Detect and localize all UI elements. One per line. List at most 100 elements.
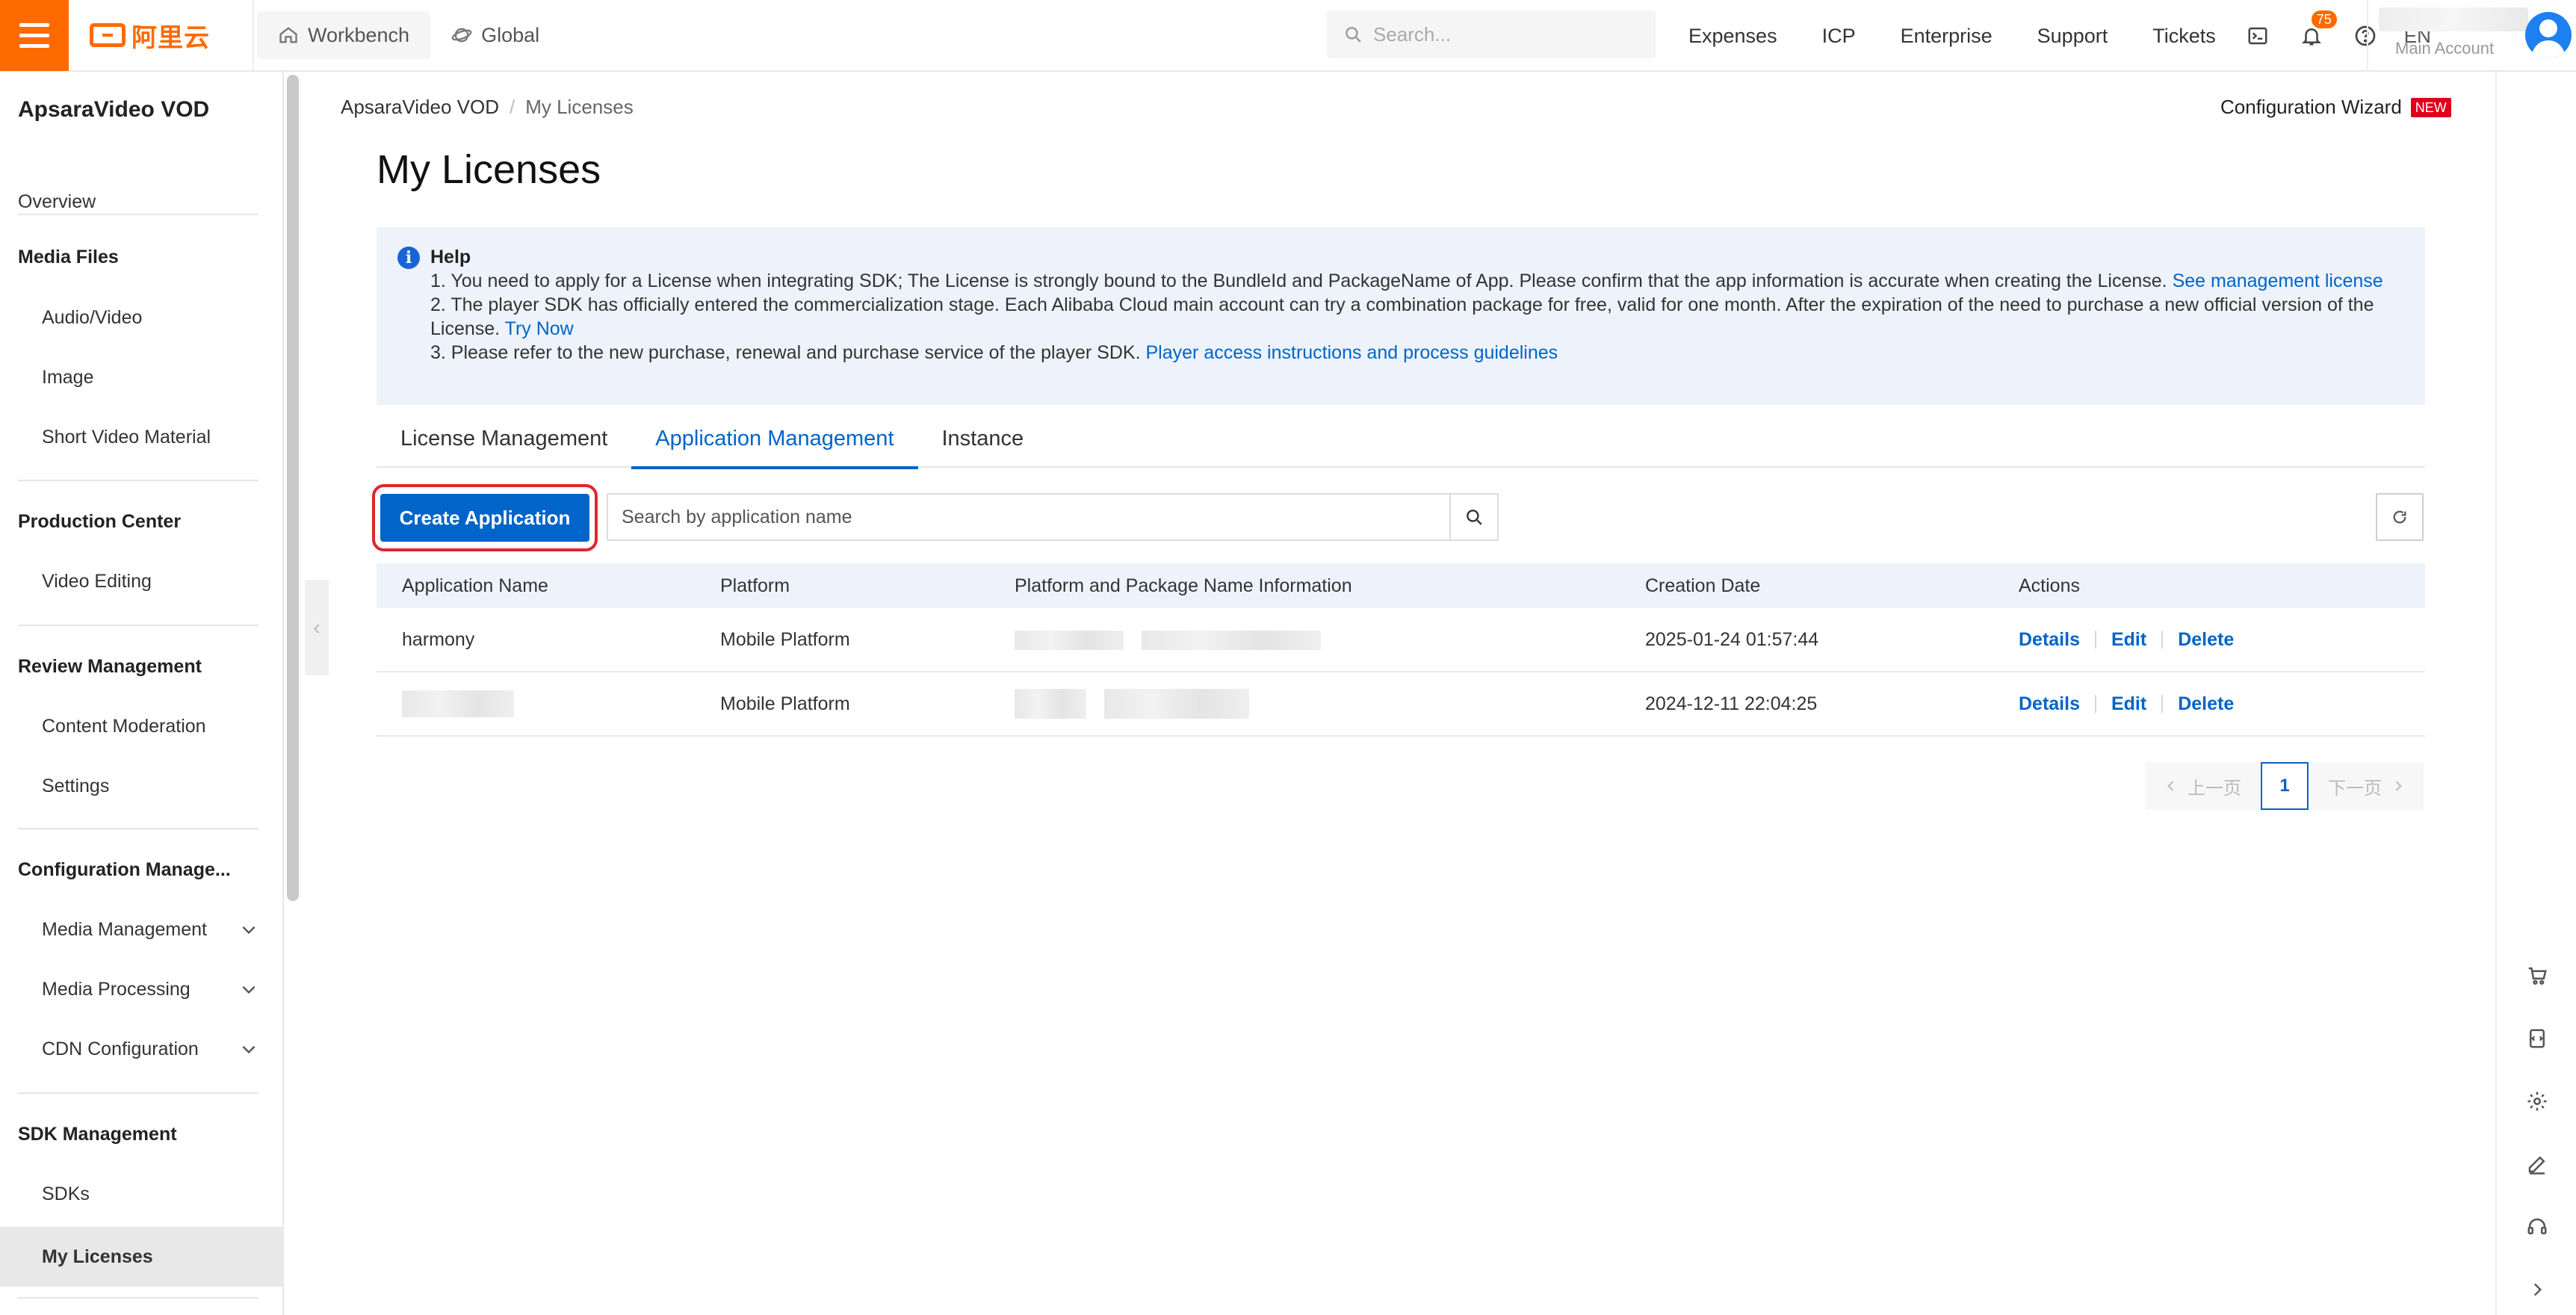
help-line-2: 2. The player SDK has officially entered…	[430, 294, 2374, 339]
creation-date: 2025-01-24 01:57:44	[1645, 628, 1819, 650]
avatar[interactable]	[2525, 12, 2572, 58]
edit-pen-icon[interactable]	[2519, 1146, 2555, 1182]
create-application-button[interactable]: Create Application	[380, 494, 589, 542]
search-button[interactable]	[1449, 495, 1497, 539]
table-header: Application Name Platform Platform and P…	[377, 563, 2425, 608]
delete-button[interactable]: Delete	[2178, 693, 2234, 715]
sidebar-item-settings[interactable]: Settings	[0, 756, 284, 816]
global-button[interactable]: Global	[430, 11, 560, 59]
applications-table: Application Name Platform Platform and P…	[377, 563, 2425, 737]
right-toolbar	[2495, 72, 2576, 1315]
package-info-redacted	[1015, 689, 1249, 719]
row-actions: Details Edit Delete	[2019, 693, 2234, 715]
sidebar-item-image[interactable]: Image	[0, 347, 284, 407]
icp-link[interactable]: ICP	[1822, 25, 1856, 48]
divider	[18, 214, 258, 215]
refresh-button[interactable]	[2376, 493, 2424, 541]
new-badge: NEW	[2410, 97, 2451, 117]
aliyun-logo[interactable]: 阿里云	[69, 0, 254, 71]
sidebar-item-media-management[interactable]: Media Management	[0, 900, 284, 959]
menu-icon[interactable]	[0, 0, 69, 71]
previous-page-button[interactable]: 上一页	[2146, 762, 2259, 810]
tickets-link[interactable]: Tickets	[2152, 25, 2216, 48]
tab-license-management[interactable]: License Management	[377, 409, 631, 468]
header-actions: Actions	[2019, 575, 2080, 596]
sidebar-section-production-center: Production Center	[18, 511, 182, 532]
breadcrumb-separator: /	[509, 96, 515, 118]
delete-button[interactable]: Delete	[2178, 629, 2234, 651]
workbench-button[interactable]: Workbench	[257, 11, 431, 59]
api-document-icon[interactable]	[2519, 1021, 2555, 1056]
chevron-down-icon	[242, 926, 256, 935]
divider	[18, 1092, 258, 1094]
tab-bar: License Management Application Managemen…	[377, 409, 2425, 469]
gear-icon[interactable]	[2519, 1083, 2555, 1119]
platform: Mobile Platform	[720, 693, 850, 714]
cart-icon[interactable]	[2519, 958, 2555, 994]
edit-button[interactable]: Edit	[2111, 693, 2146, 715]
breadcrumb-root[interactable]: ApsaraVideo VOD	[341, 96, 499, 119]
sidebar-scrollbar[interactable]	[287, 75, 299, 901]
see-management-license-link[interactable]: See management license	[2173, 270, 2383, 291]
header-platform: Platform	[720, 575, 790, 596]
next-page-button[interactable]: 下一页	[2310, 762, 2424, 810]
pagination: 上一页 1 下一页	[2146, 762, 2424, 810]
sidebar-item-audio-video[interactable]: Audio/Video	[0, 288, 284, 347]
sidebar-item-media-processing[interactable]: Media Processing	[0, 959, 284, 1019]
platform: Mobile Platform	[720, 628, 850, 650]
terminal-icon[interactable]	[2243, 21, 2273, 51]
search-icon	[1467, 510, 1482, 525]
chevron-down-icon	[242, 1045, 256, 1054]
notification-bell-icon[interactable]: 75	[2297, 10, 2337, 51]
header-application-name: Application Name	[402, 575, 548, 596]
chevron-right-icon	[2395, 781, 2402, 791]
sidebar-item-cdn-configuration[interactable]: CDN Configuration	[0, 1019, 284, 1079]
headset-support-icon[interactable]	[2519, 1209, 2555, 1245]
page-number-button[interactable]: 1	[2261, 762, 2309, 810]
row-actions: Details Edit Delete	[2019, 629, 2234, 651]
tab-application-management[interactable]: Application Management	[631, 409, 918, 469]
divider	[18, 1297, 258, 1299]
player-access-instructions-link[interactable]: Player access instructions and process g…	[1145, 342, 1558, 363]
package-info-redacted	[1015, 629, 1321, 651]
sidebar-item-sdks[interactable]: SDKs	[0, 1164, 284, 1224]
edit-button[interactable]: Edit	[2111, 629, 2146, 651]
global-search-input[interactable]: Search...	[1327, 10, 1656, 58]
sidebar-item-video-editing[interactable]: Video Editing	[0, 551, 284, 611]
refresh-icon	[2393, 510, 2406, 524]
details-button[interactable]: Details	[2019, 693, 2080, 715]
sidebar-item-overview[interactable]: Overview	[0, 172, 284, 232]
account-label: Main Account	[2395, 39, 2495, 58]
logo-mark-icon	[90, 23, 126, 47]
sidebar-item-short-video-material[interactable]: Short Video Material	[0, 407, 284, 467]
header-package-info: Platform and Package Name Information	[1015, 575, 1352, 596]
table-row: harmony Mobile Platform 2025-01-24 01:57…	[377, 608, 2425, 672]
application-search-input[interactable]	[608, 495, 1449, 539]
configuration-wizard-link[interactable]: Configuration Wizard NEW	[2220, 96, 2451, 119]
try-now-link[interactable]: Try Now	[505, 318, 574, 339]
breadcrumb-current: My Licenses	[525, 96, 634, 118]
expenses-link[interactable]: Expenses	[1688, 25, 1777, 48]
divider	[18, 625, 258, 626]
chevron-left-icon	[2167, 781, 2174, 791]
account-menu[interactable]: Main Account	[2367, 0, 2576, 72]
divider	[18, 828, 258, 829]
tab-instance[interactable]: Instance	[918, 409, 1048, 468]
sidebar-item-content-moderation[interactable]: Content Moderation	[0, 696, 284, 756]
table-row: Mobile Platform 2024-12-11 22:04:25 Deta…	[377, 672, 2425, 737]
help-notice: i Help 1. You need to apply for a Licens…	[377, 227, 2425, 405]
sidebar: ApsaraVideo VOD Overview Media Files Aud…	[0, 72, 284, 1315]
enterprise-link[interactable]: Enterprise	[1901, 25, 1993, 48]
top-bar: 阿里云 Workbench Global Search... Expenses …	[0, 0, 2576, 72]
application-name: harmony	[402, 628, 475, 650]
sidebar-item-my-licenses[interactable]: My Licenses	[0, 1227, 284, 1287]
create-application-highlight: Create Application	[372, 484, 598, 551]
page-title: My Licenses	[377, 147, 601, 192]
notification-count-badge: 75	[2311, 10, 2337, 28]
support-link[interactable]: Support	[2037, 25, 2108, 48]
details-button[interactable]: Details	[2019, 629, 2080, 651]
sidebar-section-sdk-management: SDK Management	[18, 1124, 177, 1145]
chevron-right-icon[interactable]	[2519, 1272, 2555, 1308]
breadcrumb: ApsaraVideo VOD / My Licenses	[341, 96, 634, 119]
sidebar-collapse-handle[interactable]: ‹	[305, 580, 329, 675]
